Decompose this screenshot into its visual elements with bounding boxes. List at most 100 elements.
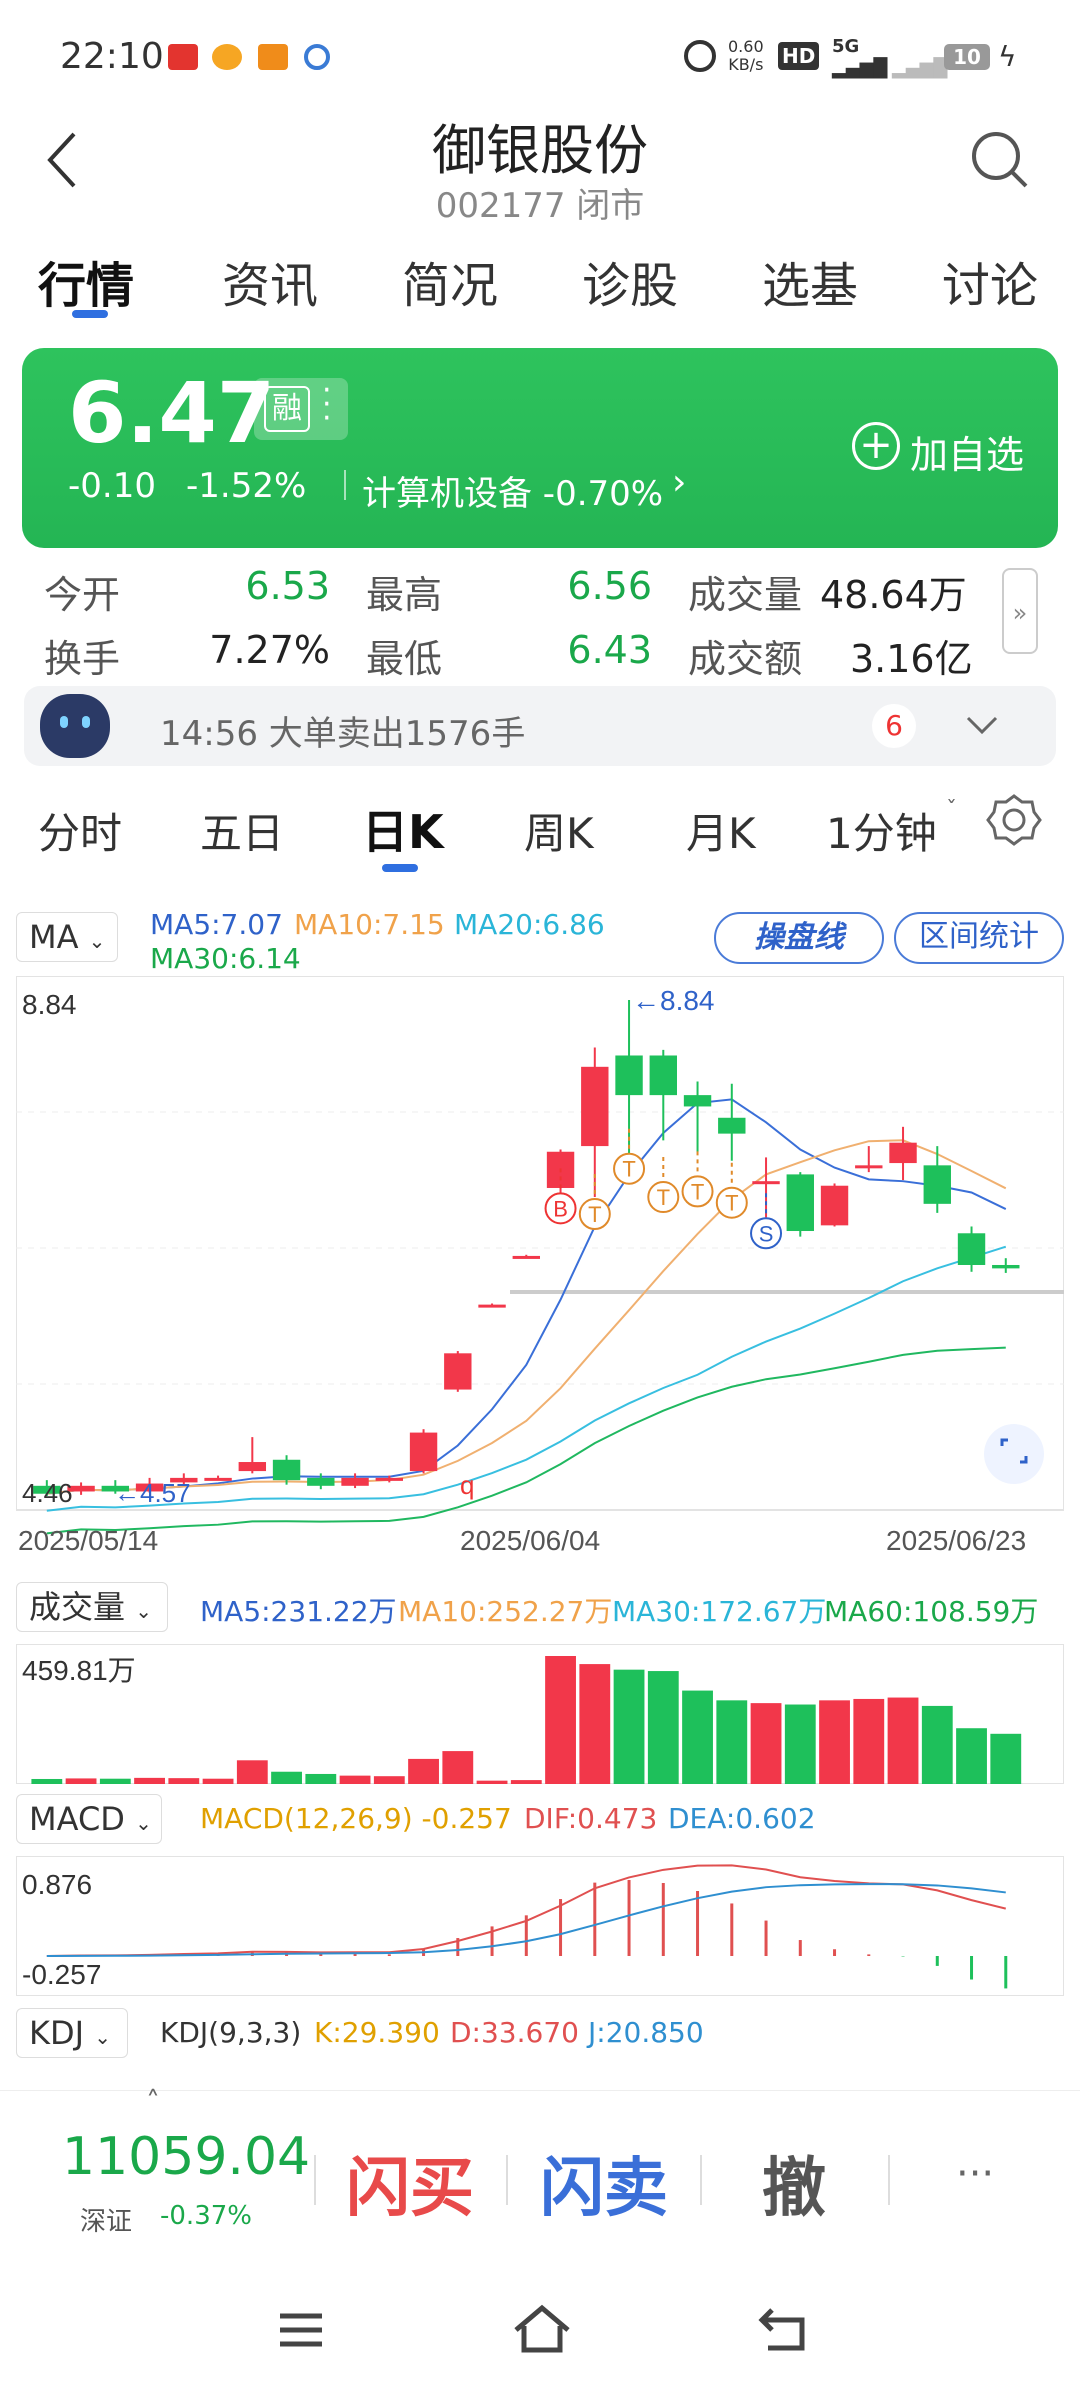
collapse-up-icon[interactable]: ˄ [146,2085,160,2118]
tab-quote[interactable]: 行情 [38,246,134,316]
volume-bar [579,1664,611,1784]
sector-link[interactable]: 计算机设备 -0.70% [362,466,663,515]
high-label: 最高 [366,573,443,617]
candle-body [478,1304,506,1308]
volume-bar [373,1776,405,1784]
toutiao-app-icon [168,44,198,70]
signal-label: T [657,1185,670,1210]
back-nav-icon[interactable] [758,2306,808,2352]
range-stats-button[interactable]: 区间统计 [894,912,1064,964]
add-circle-icon[interactable]: + [852,422,900,470]
volume-bar [339,1775,371,1784]
divider [888,2155,890,2205]
candle-body [307,1477,335,1486]
macd-selector[interactable]: MACD ⌄ [16,1794,162,1844]
macd-params: MACD(12,26,9) -0.257 [200,1802,512,1835]
cancel-order-button[interactable]: 撤 [762,2137,826,2229]
chevron-right-icon: › [672,462,687,503]
trade-bar: ˄ 11059.04 深证 -0.37% 闪买 闪卖 撤 ··· [0,2085,1080,2260]
alert-bar[interactable]: 14:56 大单卖出1576手 6 [24,686,1056,766]
kline-max-label: 8.84 [22,989,77,1020]
more-menu-icon[interactable]: ··· [956,2151,994,2197]
kline-max-arrow: ←8.84 [632,985,715,1016]
home-icon[interactable] [512,2304,572,2354]
volume-bar [236,1760,268,1784]
tab-daily-k[interactable]: 日K [362,796,444,862]
expand-stats-icon[interactable]: » [1002,568,1038,654]
ma5-label: MA5:7.07 [150,908,283,941]
tab-intraday[interactable]: 分时 [38,800,122,861]
current-price: 6.47 [68,364,276,462]
volume-bar [887,1697,919,1784]
chevron-down-icon[interactable] [964,712,1000,738]
volume-bar [716,1700,748,1784]
ma-selector[interactable]: MA ⌄ [16,912,118,962]
tab-funds[interactable]: 选基 [762,246,858,316]
candle-body [786,1174,814,1232]
tab-monthly-k[interactable]: 月K [686,800,756,861]
ma20-label: MA20:6.86 [454,908,605,941]
ma5-line [46,1098,1007,1495]
kline-min-label: 4.46 [22,1478,73,1508]
volume-selector[interactable]: 成交量 ⌄ [16,1582,168,1632]
tab-discussion[interactable]: 讨论 [942,246,1038,316]
status-bar: 22:10 0.60 KB/s HD 5G ▂▄▆█ ▂▄▆█ 10 ϟ [0,0,1080,100]
period-dropdown-icon: ˇ [946,798,957,823]
date-end: 2025/06/23 [886,1525,1026,1556]
tab-news[interactable]: 资讯 [222,246,318,316]
ma-lines [46,1098,1007,1535]
robot-avatar-icon [40,694,110,758]
volume-bar [853,1698,885,1784]
divider [344,470,346,500]
volume-bar [510,1780,542,1784]
tab-5day[interactable]: 五日 [200,800,284,861]
kdj-d: D:33.670 [450,2016,579,2049]
macd-bottom-label: -0.257 [22,1959,101,1990]
vol-ma30-label: MA30:172.67万 [612,1595,827,1628]
alert-count-badge: 6 [872,704,916,748]
tab-weekly-k[interactable]: 周K [524,800,594,861]
price-change: -0.10 [68,466,156,506]
stock-code-status: 002177 闭市 [435,186,645,226]
status-time: 22:10 [60,36,164,77]
volume-bar [613,1669,645,1784]
macd-top-label: 0.876 [22,1869,92,1900]
more-dots-icon: · · · [322,373,332,436]
macd-chart[interactable]: 0.876 -0.257 [16,1856,1064,1996]
candle-body [238,1462,267,1472]
system-nav-bar [0,2270,1080,2400]
kdj-selector[interactable]: KDJ ⌄ [16,2008,128,2058]
volume-bar [819,1700,850,1784]
tab-profile[interactable]: 简况 [402,246,498,316]
weibo-app-icon [212,44,242,70]
candle-body [957,1233,986,1265]
tab-1min[interactable]: 1分钟 [826,800,937,861]
volume-chart[interactable]: 459.81万 [16,1644,1064,1784]
caopan-line-button[interactable]: 操盘线 [714,912,884,964]
divider [506,2155,508,2205]
flash-buy-button[interactable]: 闪买 [346,2137,474,2229]
volume-bar [31,1778,63,1784]
kline-chart[interactable]: B TTT T TS 8.84 ←8.84 4.46 ←4.57 q 2025/05/… [16,976,1064,1570]
search-icon[interactable] [968,128,1032,192]
date-mid: 2025/06/04 [460,1525,600,1556]
volume-bar [956,1728,987,1784]
volume-bar [168,1778,200,1784]
menu-icon[interactable] [276,2310,326,2350]
robot-eye-left [60,716,68,728]
kline-min-arrow: ←4.57 [114,1478,191,1508]
volume-bar [750,1703,782,1784]
app-header: 御银股份 002177 闭市 [0,100,1080,230]
candle-body [341,1477,369,1486]
flash-sell-button[interactable]: 闪卖 [540,2137,668,2229]
turnover-value: 7.27% [209,628,330,672]
volume-bar [647,1671,679,1784]
add-watchlist-button[interactable]: 加自选 [910,424,1024,479]
tab-diagnose[interactable]: 诊股 [582,246,678,316]
index-value[interactable]: 11059.04 [62,2127,310,2187]
ma10-label: MA10:7.15 [294,908,445,941]
settings-gear-icon[interactable] [986,792,1042,848]
ma10-line [46,1139,1007,1495]
amount-label: 成交额 [688,637,803,681]
volume-bar [202,1778,234,1784]
